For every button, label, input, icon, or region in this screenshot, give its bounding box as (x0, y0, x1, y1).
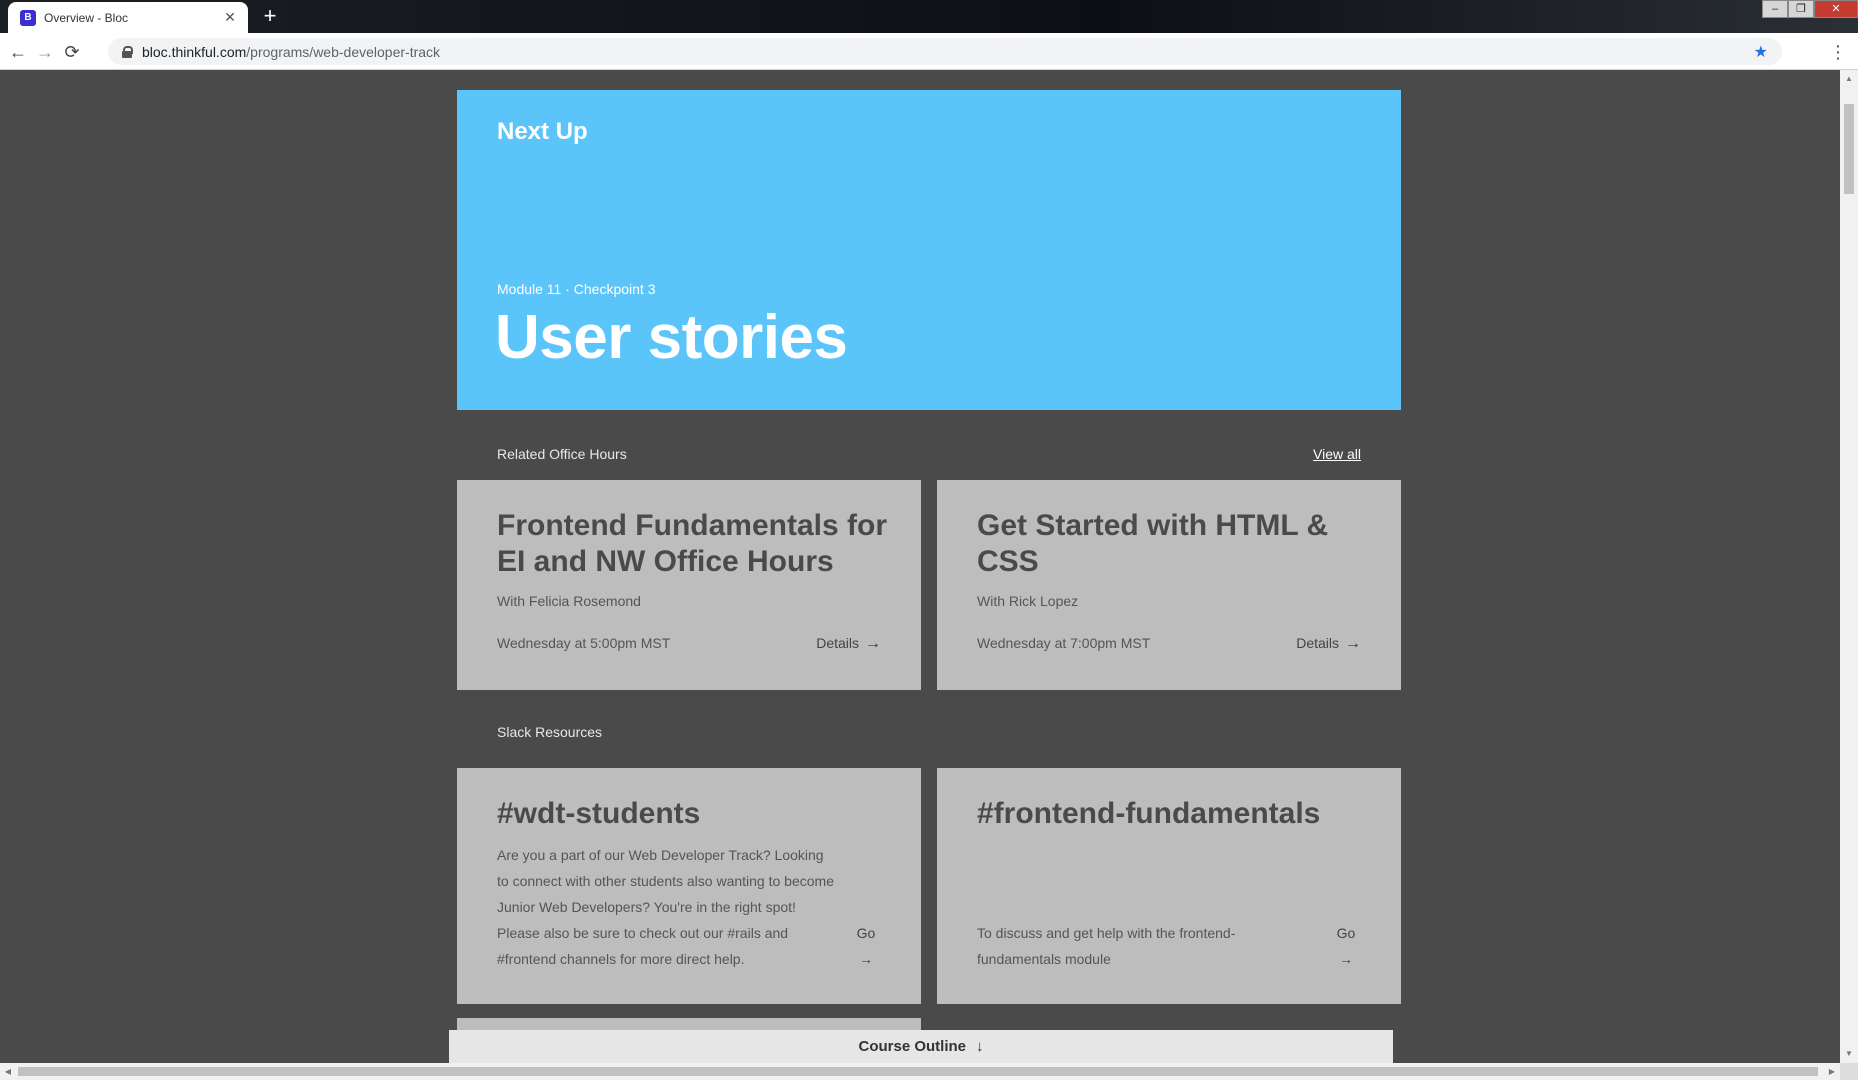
bookmark-star-icon[interactable]: ★ (1754, 42, 1768, 62)
close-window-icon[interactable]: ✕ (1814, 0, 1858, 18)
details-label: Details (816, 635, 859, 651)
office-hours-title: Frontend Fundamentals for EI and NW Offi… (497, 509, 887, 578)
slack-channel-title: #wdt-students (497, 797, 701, 830)
tab-title: Overview - Bloc (44, 10, 129, 25)
office-hours-time: Wednesday at 7:00pm MST (977, 635, 1151, 651)
page-content: Next Up Module 11 · Checkpoint 3 User st… (457, 90, 1401, 1038)
address-bar[interactable]: bloc.thinkful.com/programs/web-developer… (108, 38, 1782, 65)
browser-tab[interactable]: B Overview - Bloc ✕ (8, 2, 248, 33)
arrow-right-icon: → (865, 635, 881, 652)
restore-window-icon[interactable]: ❐ (1788, 0, 1814, 18)
horizontal-scroll-thumb[interactable] (18, 1067, 1818, 1076)
slack-channel-description: To discuss and get help with the fronten… (977, 925, 1236, 967)
browser-titlebar: B Overview - Bloc ✕ + – ❐ ✕ (0, 0, 1858, 33)
hero-label: Next Up (497, 118, 588, 145)
hero-title[interactable]: User stories (495, 302, 848, 373)
hero-module-checkpoint: Module 11 · Checkpoint 3 (497, 281, 656, 297)
details-link[interactable]: Details → (816, 635, 881, 653)
go-label: Go (1336, 925, 1356, 941)
scroll-up-icon[interactable]: ▲ (1840, 72, 1858, 86)
slack-resources-header: Slack Resources (457, 690, 1401, 768)
lock-icon[interactable] (122, 45, 133, 58)
bloc-favicon-icon: B (20, 9, 36, 26)
slack-channel-card[interactable]: #wdt-students Are you a part of our Web … (457, 768, 921, 1004)
vertical-scrollbar[interactable]: ▲ ▼ (1840, 70, 1858, 1063)
office-hours-host: With Rick Lopez (977, 593, 1079, 609)
slack-channel-card[interactable]: #frontend-fundamentals To discuss and ge… (937, 768, 1401, 1004)
office-hours-grid: Frontend Fundamentals for EI and NW Offi… (457, 480, 1401, 690)
back-arrow-icon[interactable]: ← (6, 40, 30, 64)
tab-close-icon[interactable]: ✕ (222, 9, 238, 26)
url-host: bloc.thinkful.com (142, 43, 247, 60)
forward-arrow-icon[interactable]: → (33, 40, 57, 64)
vertical-scroll-thumb[interactable] (1844, 104, 1854, 194)
arrow-right-icon: → (859, 951, 873, 967)
office-hours-host: With Felicia Rosemond (497, 593, 641, 609)
office-hours-card[interactable]: Get Started with HTML & CSS With Rick Lo… (937, 480, 1401, 690)
office-hours-heading: Related Office Hours (497, 446, 627, 462)
scroll-right-icon[interactable]: ▶ (1824, 1063, 1840, 1080)
details-link[interactable]: Details → (1296, 635, 1361, 653)
course-outline-label: Course Outline (858, 1038, 966, 1055)
url-path: /programs/web-developer-track (246, 43, 441, 60)
new-tab-plus-icon[interactable]: + (258, 5, 282, 29)
slack-resources-heading: Slack Resources (497, 724, 603, 740)
arrow-right-icon: → (1345, 635, 1361, 652)
browser-menu-icon[interactable]: ⋮ (1828, 40, 1848, 64)
office-hours-header: Related Office Hours View all (457, 410, 1401, 480)
view-all-link[interactable]: View all (1313, 446, 1361, 462)
arrow-right-icon: → (1339, 951, 1353, 967)
scrollbar-corner (1840, 1063, 1858, 1080)
scroll-down-icon[interactable]: ▼ (1840, 1047, 1858, 1061)
go-link[interactable]: Go → (851, 920, 881, 972)
go-link[interactable]: Go → (1331, 920, 1361, 972)
next-up-hero[interactable]: Next Up Module 11 · Checkpoint 3 User st… (457, 90, 1401, 410)
page-viewport: Next Up Module 11 · Checkpoint 3 User st… (0, 70, 1840, 1063)
scroll-left-icon[interactable]: ◀ (0, 1063, 16, 1080)
slack-channel-title: #frontend-fundamentals (977, 797, 1321, 830)
course-outline-button[interactable]: Course Outline ↓ (449, 1030, 1393, 1063)
window-controls: – ❐ ✕ (1762, 0, 1858, 20)
office-hours-title: Get Started with HTML & CSS (977, 509, 1329, 578)
office-hours-time: Wednesday at 5:00pm MST (497, 635, 671, 651)
go-label: Go (856, 925, 876, 941)
minimize-window-icon[interactable]: – (1762, 0, 1788, 18)
slack-grid: #wdt-students Are you a part of our Web … (457, 768, 1401, 1004)
slack-channel-description: Are you a part of our Web Developer Trac… (497, 847, 834, 967)
office-hours-card[interactable]: Frontend Fundamentals for EI and NW Offi… (457, 480, 921, 690)
reload-icon[interactable]: ⟳ (60, 40, 84, 64)
horizontal-scrollbar[interactable]: ◀ ▶ (0, 1063, 1840, 1080)
url-text[interactable]: bloc.thinkful.com/programs/web-developer… (142, 44, 1754, 60)
arrow-down-icon: ↓ (976, 1038, 984, 1055)
browser-toolbar: ← → ⟳ bloc.thinkful.com/programs/web-dev… (0, 33, 1858, 70)
details-label: Details (1296, 635, 1339, 651)
